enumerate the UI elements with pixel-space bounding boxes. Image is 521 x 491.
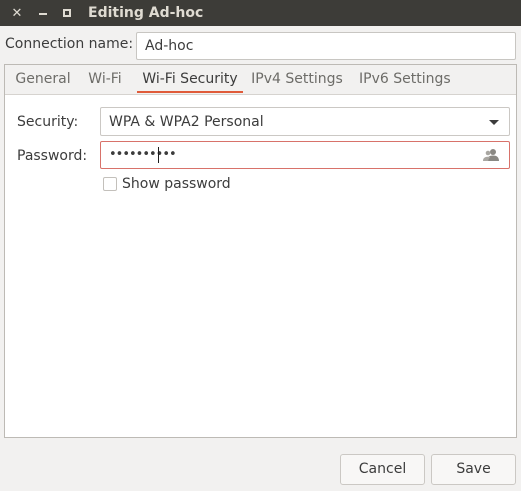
connection-name-input[interactable]: Ad-hoc xyxy=(136,32,516,60)
maximize-icon xyxy=(63,9,71,17)
password-input[interactable]: •••••••••• xyxy=(100,141,510,169)
save-button[interactable]: Save xyxy=(431,454,516,485)
security-selected-value: WPA & WPA2 Personal xyxy=(109,114,264,130)
title-bar: ✕ Editing Ad-hoc xyxy=(0,0,521,26)
minimize-icon xyxy=(39,13,47,15)
close-window-button[interactable]: ✕ xyxy=(8,4,26,22)
settings-notebook: General Wi-Fi Wi-Fi Security IPv4 Settin… xyxy=(4,64,517,438)
minimize-window-button[interactable] xyxy=(34,4,52,22)
tab-ipv6-settings[interactable]: IPv6 Settings xyxy=(359,65,451,95)
tab-wifi-security[interactable]: Wi-Fi Security xyxy=(137,65,243,95)
user-icon[interactable] xyxy=(483,148,499,162)
cancel-button[interactable]: Cancel xyxy=(340,454,425,485)
tab-bar: General Wi-Fi Wi-Fi Security IPv4 Settin… xyxy=(5,65,516,95)
maximize-window-button[interactable] xyxy=(58,4,76,22)
security-label: Security: xyxy=(17,114,79,130)
tab-wifi[interactable]: Wi-Fi xyxy=(87,65,123,95)
tab-general[interactable]: General xyxy=(15,65,71,95)
close-icon: ✕ xyxy=(11,5,23,21)
text-cursor xyxy=(158,147,159,163)
tab-ipv4-settings[interactable]: IPv4 Settings xyxy=(251,65,343,95)
dropdown-arrow-icon xyxy=(489,120,499,125)
window-title: Editing Ad-hoc xyxy=(88,5,204,21)
editing-connection-window: ✕ Editing Ad-hoc Connection name: Ad-hoc… xyxy=(0,0,521,491)
show-password-label[interactable]: Show password xyxy=(122,176,231,192)
password-masked-text: •••••••••• xyxy=(109,147,177,162)
connection-name-label: Connection name: xyxy=(5,36,134,52)
password-label: Password: xyxy=(17,148,88,164)
show-password-checkbox[interactable] xyxy=(103,177,117,191)
security-dropdown[interactable]: WPA & WPA2 Personal xyxy=(100,107,510,136)
